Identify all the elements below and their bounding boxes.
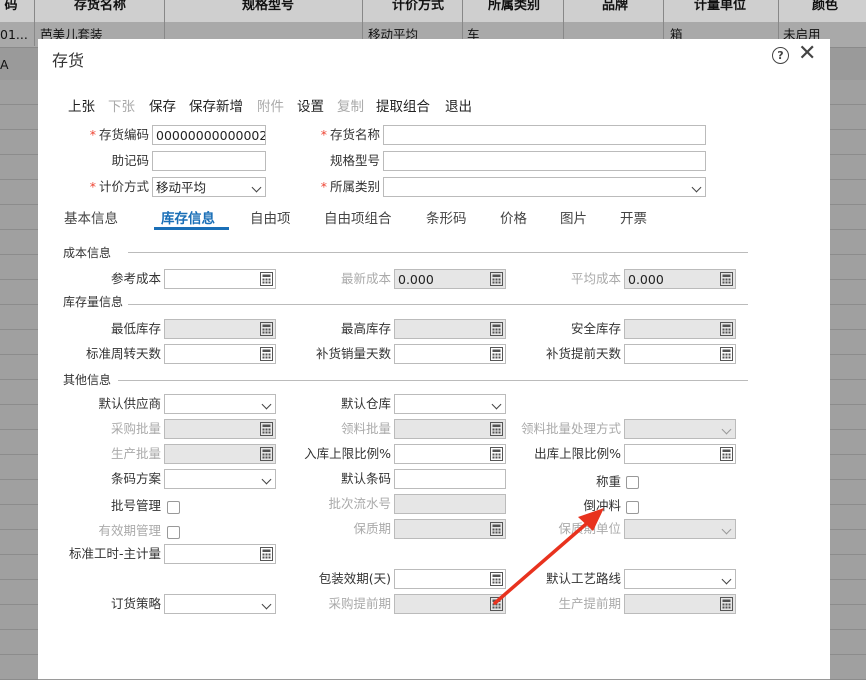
annotation-arrow	[493, 508, 604, 605]
